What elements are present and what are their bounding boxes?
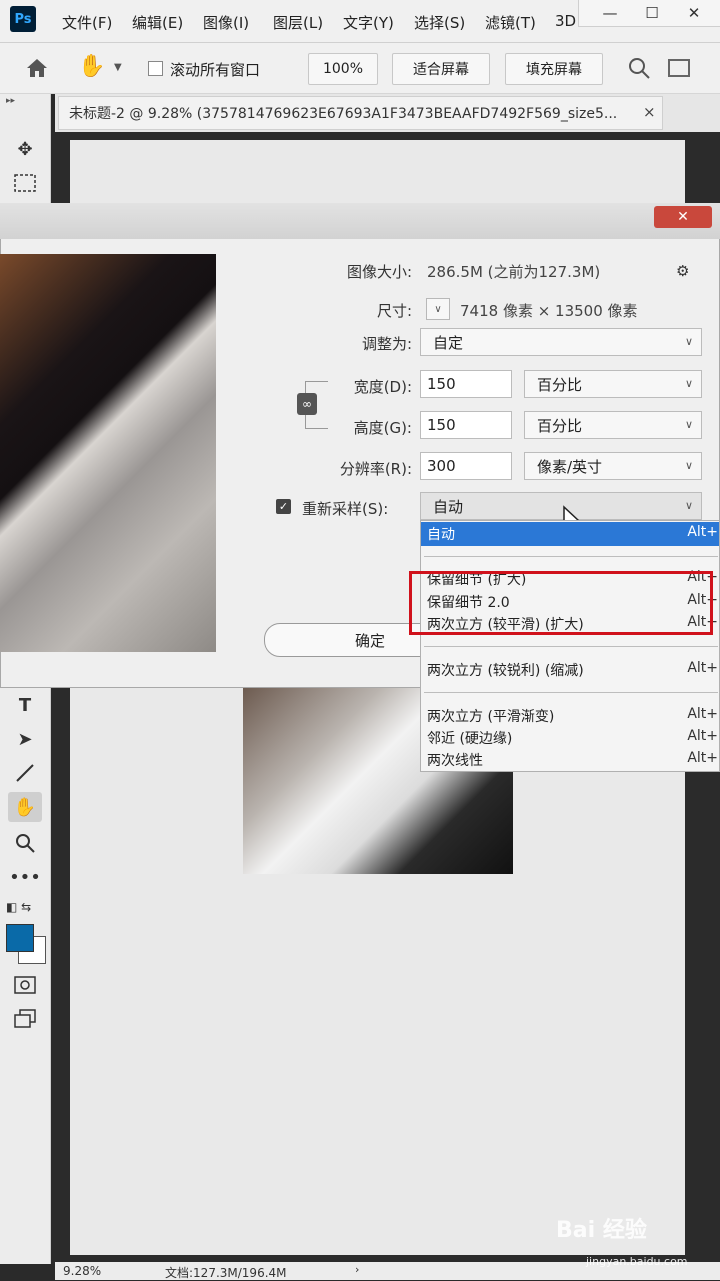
dropdown-item-bicubic-smooth-gradients[interactable]: 两次立方 (平滑渐变) Alt+ (427, 706, 720, 728)
document-info: 文档:127.3M/196.4M (165, 1266, 287, 1280)
default-colors-icon[interactable]: ◧ ⇆ (6, 900, 31, 914)
maximize-button[interactable]: ☐ (632, 2, 672, 24)
zoom-100-button[interactable]: 100% (308, 53, 378, 85)
workspace-icon[interactable] (668, 59, 690, 77)
resample-value: 自动 (433, 497, 464, 516)
photoshop-logo: Ps (10, 6, 36, 32)
path-selection-tool-icon[interactable]: ➤ (8, 724, 42, 754)
chevron-down-icon[interactable]: ▼ (114, 62, 122, 73)
menu-layer[interactable]: 图层(L) (273, 12, 323, 33)
menu-select[interactable]: 选择(S) (414, 12, 465, 33)
gear-icon[interactable]: ⚙ (676, 262, 689, 280)
dropdown-item-bilinear[interactable]: 两次线性 Alt+ (427, 750, 720, 772)
width-unit-select[interactable]: 百分比 ∨ (524, 370, 702, 398)
resolution-input[interactable]: 300 (420, 452, 512, 480)
height-unit-select[interactable]: 百分比 ∨ (524, 411, 702, 439)
dropdown-item-nearest-neighbor[interactable]: 邻近 (硬边缘) Alt+ (427, 728, 720, 750)
chevron-down-icon: ∨ (684, 459, 693, 472)
close-tab-icon[interactable]: × (643, 103, 656, 121)
dropdown-item-label: 自动 (427, 527, 455, 543)
type-tool-icon[interactable]: T (8, 690, 42, 720)
fit-screen-button[interactable]: 适合屏幕 (392, 53, 490, 85)
dropdown-item-auto[interactable]: 自动 Alt+ (427, 524, 720, 546)
chevron-down-icon: ∨ (684, 377, 693, 390)
menu-type[interactable]: 文字(Y) (343, 12, 394, 33)
resolution-unit-value: 像素/英寸 (537, 457, 603, 476)
foreground-color-swatch[interactable] (6, 924, 34, 952)
dropdown-item-shortcut: Alt+ (687, 750, 718, 766)
menu-3d[interactable]: 3D (555, 12, 576, 30)
close-window-button[interactable]: ✕ (674, 2, 714, 24)
hand-tool-icon[interactable]: ✋ (78, 54, 108, 82)
dropdown-item-label: 两次线性 (427, 753, 483, 769)
dropdown-item-shortcut: Alt+ (687, 728, 718, 744)
resolution-label: 分辨率(R): (339, 460, 412, 478)
resample-checkbox[interactable]: ✓ (276, 499, 291, 514)
minimize-button[interactable]: — (590, 2, 630, 24)
menu-image[interactable]: 图像(I) (203, 12, 249, 33)
document-tab-title: 未标题-2 @ 9.28% (3757814769623E67693A1F347… (69, 106, 618, 122)
screen-mode-icon[interactable] (8, 1004, 42, 1034)
dropdown-item-label: 邻近 (硬边缘) (427, 731, 513, 747)
quick-mask-icon[interactable] (8, 970, 42, 1000)
marquee-tool-icon[interactable] (8, 168, 42, 198)
dropdown-item-label: 两次立方 (平滑渐变) (427, 709, 555, 725)
collapse-panel-icon[interactable]: ▸▸ (6, 96, 15, 106)
red-highlight-box (409, 571, 713, 635)
zoom-tool-icon[interactable] (8, 828, 42, 858)
height-label: 高度(G): (353, 419, 412, 437)
dropdown-item-shortcut: Alt+ (687, 524, 718, 540)
dropdown-separator (424, 646, 718, 647)
baidu-watermark-url: jingyan.baidu.com (586, 1255, 688, 1268)
height-input[interactable]: 150 (420, 411, 512, 439)
scroll-all-checkbox[interactable] (148, 61, 163, 76)
resample-label: 重新采样(S): (302, 500, 389, 518)
zoom-level[interactable]: 9.28% (63, 1264, 101, 1278)
fit-to-label: 调整为: (361, 335, 412, 353)
chevron-down-icon: ∨ (684, 499, 693, 512)
scroll-all-label: 滚动所有窗口 (170, 61, 261, 79)
dropdown-item-label: 两次立方 (较锐利) (缩减) (427, 663, 584, 679)
dropdown-separator (424, 556, 718, 557)
image-size-label: 图像大小: (346, 263, 412, 281)
dimensions-value: 7418 像素 × 13500 像素 (460, 302, 638, 320)
height-unit-value: 百分比 (537, 416, 583, 435)
dimensions-label: 尺寸: (376, 302, 412, 320)
resample-select[interactable]: 自动 ∨ (420, 492, 702, 520)
document-tab[interactable]: 未标题-2 @ 9.28% (3757814769623E67693A1F347… (58, 96, 663, 130)
fit-to-select[interactable]: 自定 ∨ (420, 328, 702, 356)
image-preview[interactable] (0, 254, 216, 652)
chevron-down-icon: ∨ (684, 335, 693, 348)
dropdown-item-shortcut: Alt+ (687, 660, 718, 676)
dropdown-item-bicubic-sharper[interactable]: 两次立方 (较锐利) (缩减) Alt+ (427, 660, 720, 682)
dropdown-separator (424, 692, 718, 693)
menu-filter[interactable]: 滤镜(T) (485, 12, 536, 33)
baidu-watermark: Bai 经验 (556, 1218, 647, 1243)
status-menu-icon[interactable]: › (355, 1263, 359, 1276)
home-icon[interactable] (24, 56, 50, 80)
width-input[interactable]: 150 (420, 370, 512, 398)
resolution-unit-select[interactable]: 像素/英寸 ∨ (524, 452, 702, 480)
search-icon[interactable] (627, 56, 651, 80)
width-unit-value: 百分比 (537, 375, 583, 394)
menu-file[interactable]: 文件(F) (62, 12, 112, 33)
menu-edit[interactable]: 编辑(E) (132, 12, 183, 33)
dimensions-unit-chevron-icon[interactable]: ∨ (426, 298, 450, 320)
more-tools-icon[interactable]: ••• (8, 862, 42, 892)
hand-tool-active-icon[interactable]: ✋ (8, 792, 42, 822)
dialog-title-bar[interactable] (0, 203, 720, 239)
move-tool-icon[interactable]: ✥ (8, 134, 42, 164)
line-tool-icon[interactable] (8, 758, 42, 788)
image-size-value: 286.5M (之前为127.3M) (427, 263, 601, 281)
fit-to-value: 自定 (433, 333, 464, 352)
fill-screen-button[interactable]: 填充屏幕 (505, 53, 603, 85)
dialog-close-button[interactable]: ✕ (654, 206, 712, 228)
chevron-down-icon: ∨ (684, 418, 693, 431)
width-label: 宽度(D): (353, 378, 412, 396)
dropdown-item-shortcut: Alt+ (687, 706, 718, 722)
